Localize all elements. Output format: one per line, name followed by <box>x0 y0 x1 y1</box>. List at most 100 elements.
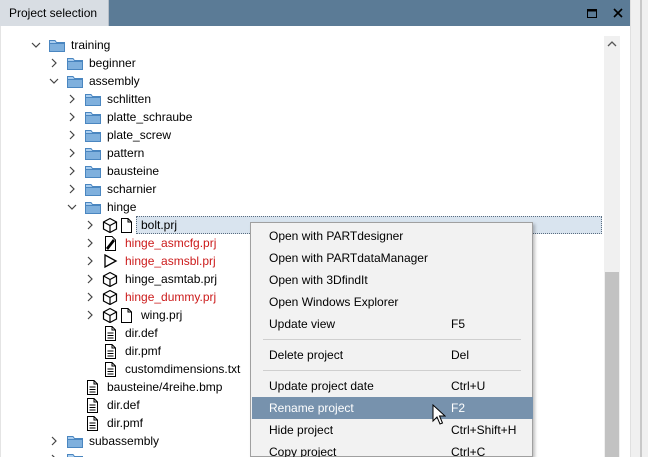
tree-item-hinge[interactable]: hinge <box>66 198 366 216</box>
cube-icon <box>102 307 118 323</box>
menu-separator <box>263 339 521 340</box>
menu-item-delete-project[interactable]: Delete project Del <box>252 344 533 366</box>
folder-icon <box>85 148 101 160</box>
menu-item-label: Open with PARTdataManager <box>269 251 428 265</box>
panel-tab[interactable]: Project selection <box>0 0 109 26</box>
folder-icon <box>49 40 65 52</box>
menu-item-hide-project[interactable]: Hide project Ctrl+Shift+H <box>252 419 533 441</box>
menu-item-shortcut: Ctrl+C <box>451 445 486 457</box>
folder-icon <box>67 436 83 448</box>
chevron-right-icon[interactable] <box>84 255 96 267</box>
chevron-right-icon[interactable] <box>66 165 78 177</box>
page-icon <box>121 308 132 323</box>
folder-icon <box>85 166 101 178</box>
tree-item-schlitten[interactable]: schlitten <box>66 90 366 108</box>
tree-item-platte-schraube[interactable]: platte_schraube <box>66 108 366 126</box>
menu-separator <box>263 370 521 371</box>
menu-item-label: Update view <box>269 317 336 331</box>
tree-item-training[interactable]: training <box>30 36 430 54</box>
tree-item-label: wing.prj <box>141 308 183 322</box>
cube-icon <box>102 217 118 233</box>
folder-icon <box>67 58 83 70</box>
tree-item-label: bausteine/4reihe.bmp <box>107 380 223 394</box>
chevron-right-icon[interactable] <box>48 453 60 457</box>
document-icon <box>87 398 98 413</box>
panel-header: Project selection <box>0 0 630 26</box>
menu-item-open-partdatamanager[interactable]: Open with PARTdataManager <box>252 247 533 269</box>
folder-icon <box>85 130 101 142</box>
menu-item-open-partdesigner[interactable]: Open with PARTdesigner <box>252 225 533 247</box>
tree-item-assembly[interactable]: assembly <box>48 72 348 90</box>
menu-item-shortcut: Del <box>451 348 470 362</box>
chevron-right-icon[interactable] <box>84 309 96 321</box>
menu-item-open-3dfindit[interactable]: Open with 3DfindIt <box>252 269 533 291</box>
chevron-right-icon[interactable] <box>84 273 96 285</box>
menu-item-label: Open with PARTdesigner <box>269 229 404 243</box>
tree-item-plate-screw[interactable]: plate_screw <box>66 126 366 144</box>
menu-item-update-view[interactable]: Update view F5 <box>252 313 533 335</box>
chevron-right-icon[interactable] <box>66 183 78 195</box>
close-button[interactable] <box>608 3 628 23</box>
tree-item-label: hinge_dummy.prj <box>125 290 217 304</box>
menu-item-label: Hide project <box>269 423 334 437</box>
maximize-button[interactable] <box>582 3 602 23</box>
chevron-right-icon[interactable] <box>66 129 78 141</box>
tree-item-label: plate_screw <box>107 128 172 142</box>
tree-item-label: bausteine <box>107 164 160 178</box>
folder-icon <box>85 202 101 214</box>
chevron-down-icon[interactable] <box>66 201 78 213</box>
mouse-cursor-icon <box>432 404 446 425</box>
panel-title: Project selection <box>9 6 98 20</box>
document-icon <box>105 362 116 377</box>
chevron-right-icon[interactable] <box>84 291 96 303</box>
menu-item-shortcut: F5 <box>451 317 466 331</box>
tree-item-beginner[interactable]: beginner <box>48 54 348 72</box>
menu-item-label: Rename project <box>269 401 354 415</box>
scroll-up-arrow-icon[interactable] <box>604 36 620 52</box>
chevron-right-icon[interactable] <box>66 147 78 159</box>
chevron-right-icon[interactable] <box>84 219 96 231</box>
chevron-right-icon[interactable] <box>84 237 96 249</box>
splitter[interactable] <box>640 0 642 457</box>
tree-item-label: hinge_asmtab.prj <box>125 272 218 286</box>
tree-item-label: dir.pmf <box>125 344 162 358</box>
folder-icon <box>67 454 83 457</box>
tree-item-label: assembly <box>89 74 140 88</box>
context-menu: Open with PARTdesigner Open with PARTdat… <box>250 222 533 457</box>
menu-item-label: Update project date <box>269 379 374 393</box>
menu-item-label: Open Windows Explorer <box>269 295 399 309</box>
tree-item-label: dir.def <box>107 398 140 412</box>
folder-icon <box>85 112 101 124</box>
close-icon <box>613 8 623 18</box>
tree-scrollbar[interactable] <box>604 36 620 457</box>
chevron-right-icon[interactable] <box>66 111 78 123</box>
document-icon <box>87 416 98 431</box>
folder-icon <box>85 94 101 106</box>
chevron-down-icon[interactable] <box>48 75 60 87</box>
folder-icon <box>67 76 83 88</box>
menu-item-rename-project[interactable]: Rename project F2 <box>252 397 533 419</box>
play-triangle-icon <box>104 253 118 269</box>
tree-item-label: pattern <box>107 146 145 160</box>
tree-item-label: hinge <box>107 200 137 214</box>
page-icon <box>121 218 132 233</box>
chevron-right-icon[interactable] <box>48 57 60 69</box>
tree-item-pattern[interactable]: pattern <box>66 144 366 162</box>
tree-item-bausteine[interactable]: bausteine <box>66 162 366 180</box>
cube-icon <box>102 271 118 287</box>
chevron-right-icon[interactable] <box>66 93 78 105</box>
menu-item-copy-project[interactable]: Copy project Ctrl+C <box>252 441 533 457</box>
chevron-right-icon[interactable] <box>48 435 60 447</box>
tree-item-label: training <box>71 38 111 52</box>
scroll-thumb[interactable] <box>605 272 619 457</box>
tree-item-scharnier[interactable]: scharnier <box>66 180 366 198</box>
document-icon <box>105 326 116 341</box>
chevron-down-icon[interactable] <box>30 39 42 51</box>
menu-item-update-project-date[interactable]: Update project date Ctrl+U <box>252 375 533 397</box>
edit-document-icon <box>105 236 116 251</box>
menu-item-open-explorer[interactable]: Open Windows Explorer <box>252 291 533 313</box>
tree-item-label: bolt.prj <box>141 218 178 232</box>
document-icon <box>87 380 98 395</box>
menu-item-shortcut: Ctrl+Shift+H <box>451 423 517 437</box>
menu-item-shortcut: Ctrl+U <box>451 379 486 393</box>
